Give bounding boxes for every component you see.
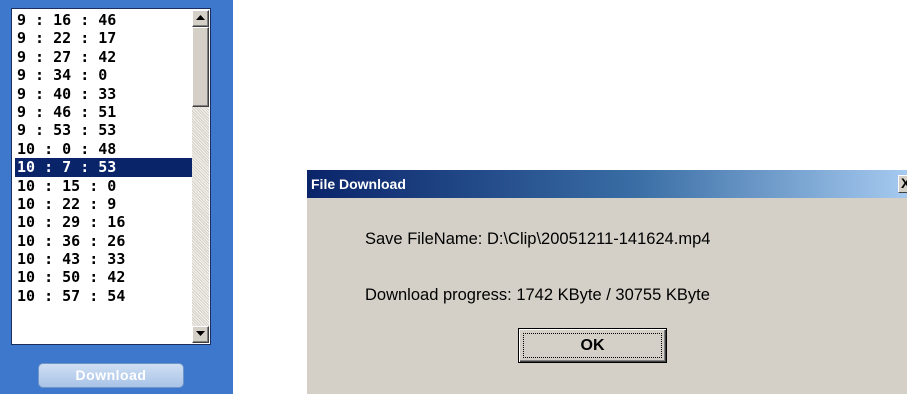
scroll-down-arrow-icon [196, 331, 205, 336]
list-item[interactable]: 10 : 36 : 26 [15, 232, 196, 250]
list-item[interactable]: 10 : 57 : 54 [15, 287, 196, 305]
time-listbox[interactable]: 9 : 16 : 46 9 : 22 : 17 9 : 27 : 42 9 : 34 … [11, 8, 211, 345]
list-item[interactable]: 10 : 50 : 42 [15, 268, 196, 286]
download-progress-text: Download progress: 1742 KByte / 30755 KB… [365, 286, 710, 304]
list-item[interactable]: 9 : 40 : 33 [15, 85, 196, 103]
list-item-selected[interactable]: 10 : 7 : 53 [15, 158, 196, 177]
list-item[interactable]: 9 : 46 : 51 [15, 103, 196, 121]
list-item[interactable]: 9 : 22 : 17 [15, 29, 196, 47]
list-item[interactable]: 9 : 16 : 46 [15, 11, 196, 29]
list-item[interactable]: 10 : 29 : 16 [15, 213, 196, 231]
list-item[interactable]: 10 : 22 : 9 [15, 195, 196, 213]
list-item[interactable]: 9 : 27 : 42 [15, 48, 196, 66]
list-item[interactable]: 9 : 34 : 0 [15, 66, 196, 84]
clip-list-panel: 9 : 16 : 46 9 : 22 : 17 9 : 27 : 42 9 : 34 … [0, 0, 233, 394]
time-list: 9 : 16 : 46 9 : 22 : 17 9 : 27 : 42 9 : 34 … [15, 11, 196, 305]
scroll-down-button[interactable] [192, 326, 209, 343]
close-button[interactable]: X [898, 175, 907, 193]
scroll-up-arrow-icon [196, 15, 205, 20]
file-download-dialog: File Download X Save FileName: D:\Clip\2… [306, 170, 907, 394]
list-item[interactable]: 9 : 53 : 53 [15, 121, 196, 139]
list-item[interactable]: 10 : 43 : 33 [15, 250, 196, 268]
vertical-scrollbar[interactable] [192, 10, 209, 343]
close-icon: X [901, 175, 907, 191]
dialog-titlebar[interactable]: File Download X [307, 170, 907, 198]
save-filename-text: Save FileName: D:\Clip\20051211-141624.m… [365, 230, 711, 248]
scroll-thumb[interactable] [192, 27, 209, 107]
ok-button[interactable]: OK [518, 328, 667, 363]
ok-button-label: OK [580, 337, 605, 354]
list-item[interactable]: 10 : 15 : 0 [15, 177, 196, 195]
dialog-title: File Download [311, 176, 406, 192]
list-item[interactable]: 10 : 0 : 48 [15, 140, 196, 158]
download-button[interactable]: Download [38, 363, 184, 388]
scroll-up-button[interactable] [192, 10, 209, 27]
